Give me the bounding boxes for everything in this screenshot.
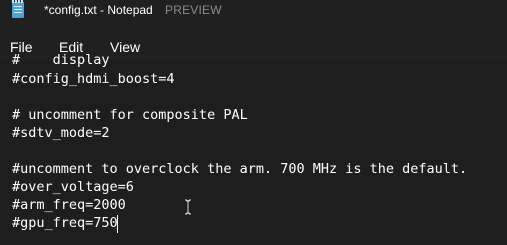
preview-badge: PREVIEW (165, 3, 222, 17)
title-bar[interactable]: *config.txt - Notepad PREVIEW (0, 0, 507, 30)
editor-line: #arm_freq=2000 (12, 197, 126, 213)
editor-line: #uncomment to overclock the arm. 700 MHz… (12, 161, 468, 177)
ibeam-cursor-icon (185, 199, 191, 215)
editor-line: #sdtv_mode=2 (12, 125, 110, 141)
partial-line: # display (12, 52, 110, 68)
editor-line: # uncomment for composite PAL (12, 107, 248, 123)
text-editor[interactable]: # display #config_hdmi_boost=4 # uncomme… (0, 52, 507, 245)
editor-line: #config_hdmi_boost=4 (12, 71, 175, 87)
notepad-icon (12, 0, 24, 18)
menu-view[interactable]: View (110, 39, 140, 55)
text-caret (117, 215, 118, 233)
editor-line: #over_voltage=6 (12, 179, 134, 195)
editor-line: #gpu_freq=750 (12, 215, 118, 231)
notepad-window: *config.txt - Notepad PREVIEW File Edit … (0, 0, 507, 245)
window-title: *config.txt - Notepad (44, 3, 153, 17)
